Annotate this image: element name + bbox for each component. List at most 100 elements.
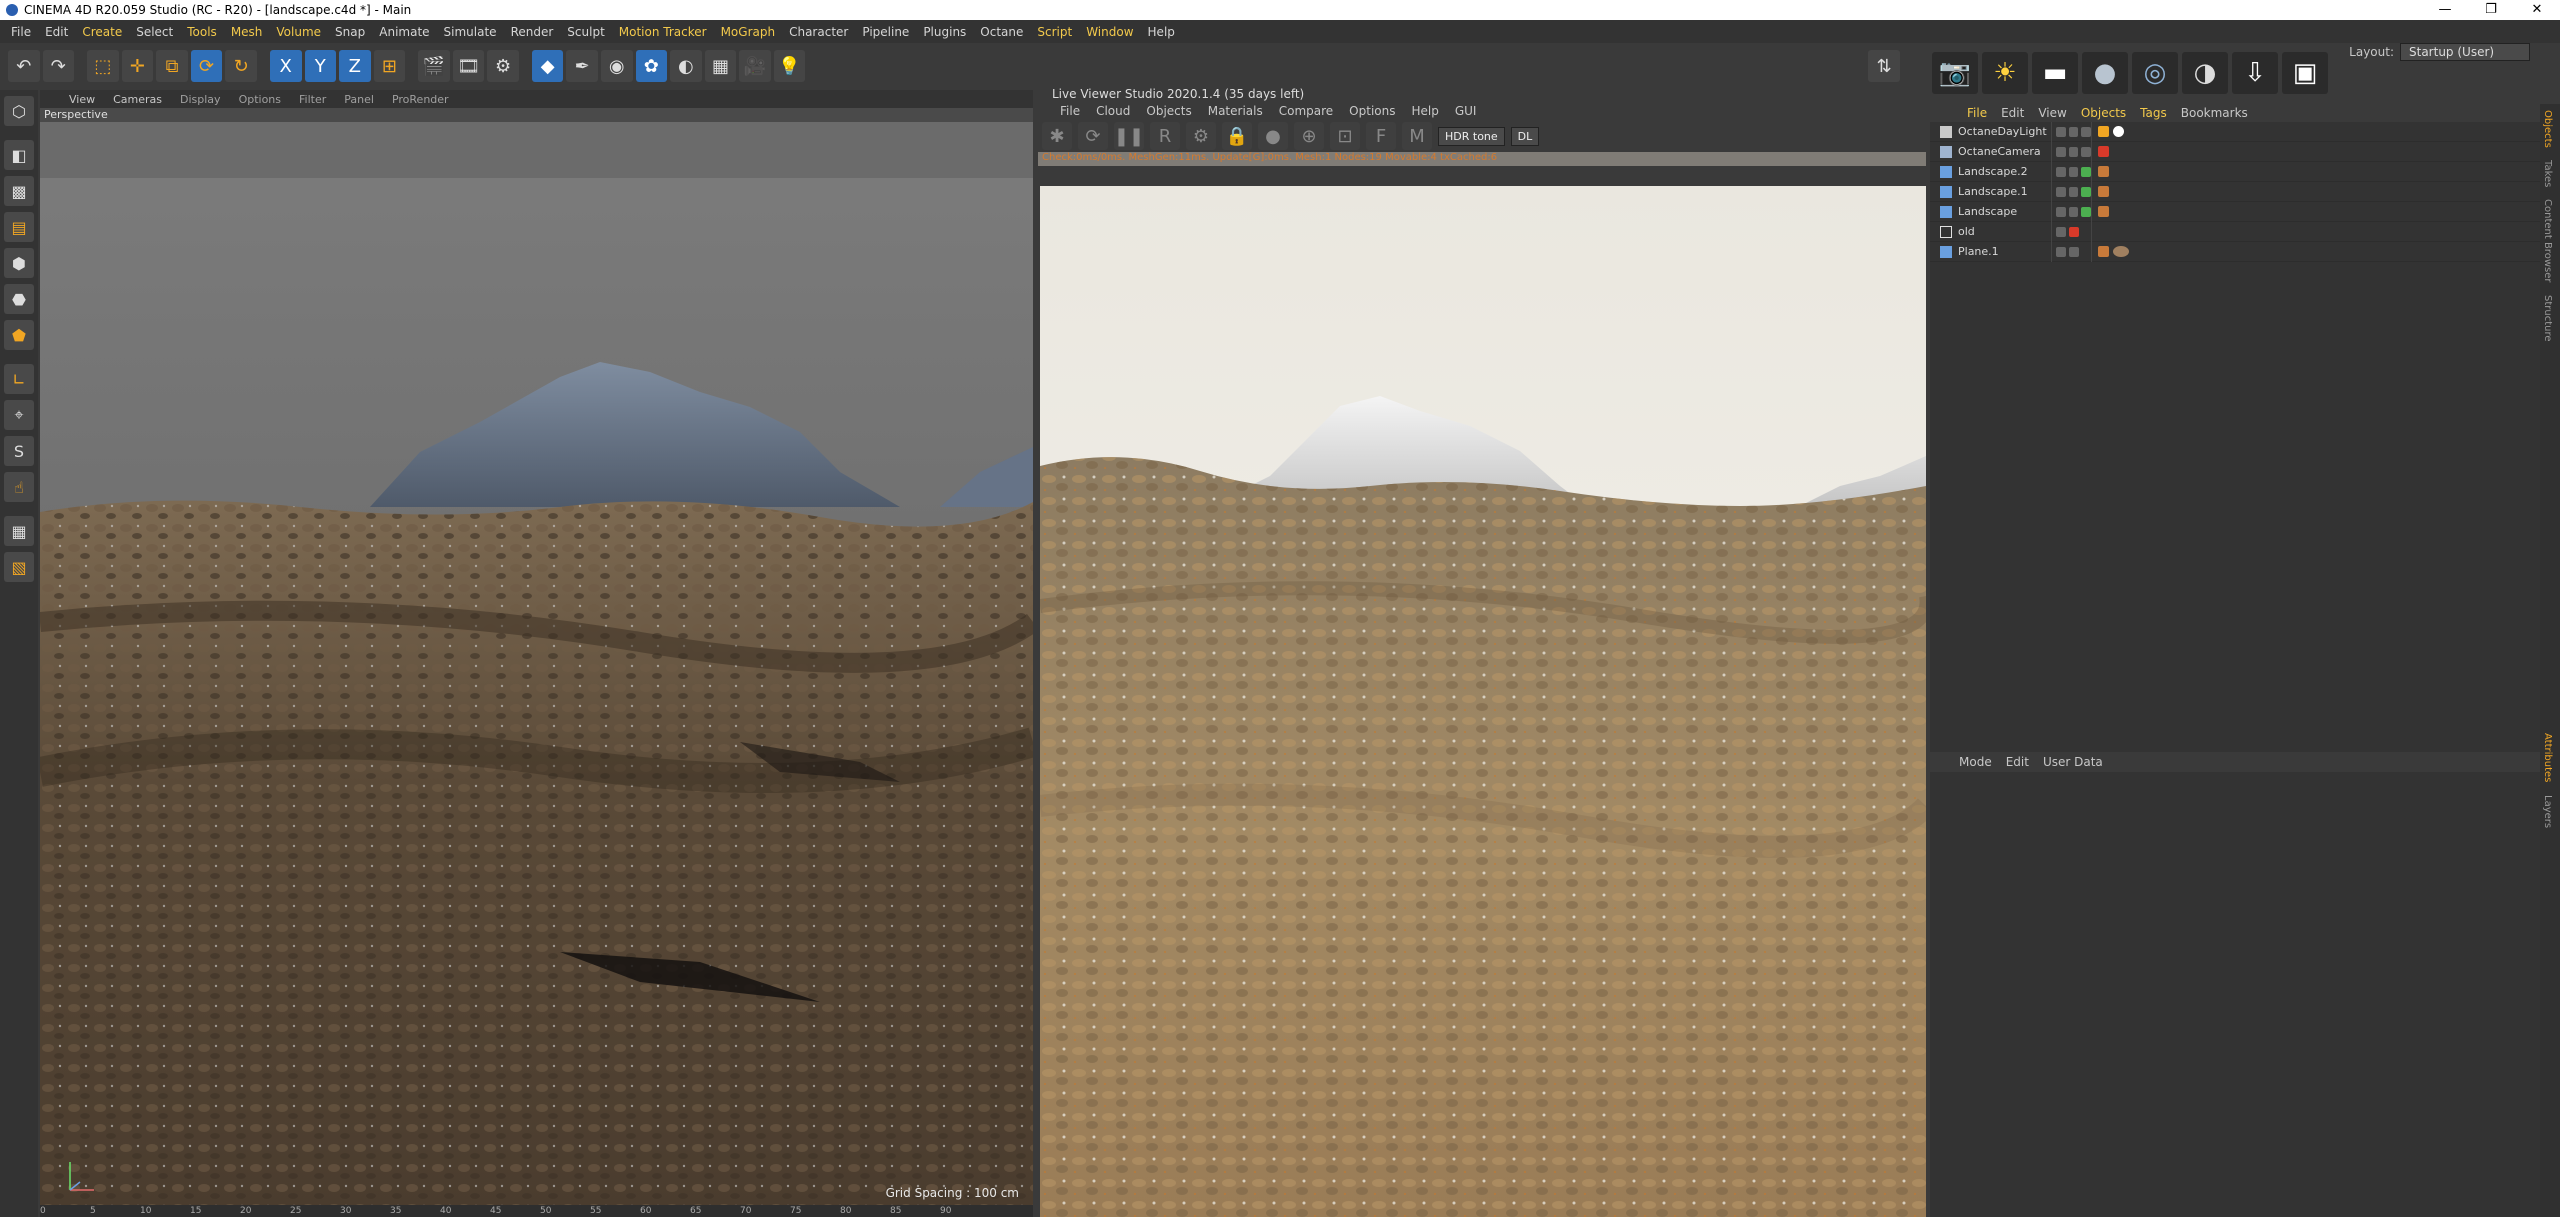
menu-octane[interactable]: Octane bbox=[973, 25, 1030, 39]
lv-region-icon[interactable]: R bbox=[1150, 122, 1180, 150]
object-row-octanedaylight[interactable]: OctaneDayLight bbox=[1930, 121, 2540, 142]
lv-material-picker-icon[interactable]: M bbox=[1402, 122, 1432, 150]
octane-live-viewer-icon[interactable]: ▣ bbox=[2282, 52, 2328, 94]
lv-lock-icon[interactable]: 🔒 bbox=[1222, 122, 1252, 150]
polygons-mode-icon[interactable]: ⬟ bbox=[4, 320, 34, 350]
octane-light-tag-icon[interactable] bbox=[2098, 126, 2109, 137]
om-menu-view[interactable]: View bbox=[2031, 106, 2073, 120]
lv-menu-gui[interactable]: GUI bbox=[1447, 104, 1485, 118]
axis-mode-icon[interactable]: ∟ bbox=[4, 364, 34, 394]
lv-menu-materials[interactable]: Materials bbox=[1200, 104, 1271, 118]
sculpt-icon[interactable]: ☝ bbox=[4, 472, 34, 502]
viewport-menu-filter[interactable]: Filter bbox=[290, 93, 335, 106]
viewport-menu-cameras[interactable]: Cameras bbox=[104, 93, 171, 106]
tweak-mode-icon[interactable]: ⌖ bbox=[4, 400, 34, 430]
x-axis-button[interactable]: X bbox=[269, 50, 302, 82]
lv-menu-objects[interactable]: Objects bbox=[1138, 104, 1199, 118]
object-row-old[interactable]: old bbox=[1930, 221, 2540, 242]
octane-daylight-icon[interactable]: ☀ bbox=[1982, 52, 2028, 94]
viewport-scene[interactable]: Grid Spacing : 100 cm bbox=[40, 122, 1033, 1212]
menu-mograph[interactable]: MoGraph bbox=[714, 25, 783, 39]
z-axis-button[interactable]: Z bbox=[339, 50, 371, 82]
object-row-landscape-1[interactable]: Landscape.1 bbox=[1930, 181, 2540, 202]
viewport-menu-panel[interactable]: Panel bbox=[335, 93, 383, 106]
lv-crop-icon[interactable]: ⊡ bbox=[1330, 122, 1360, 150]
menu-plugins[interactable]: Plugins bbox=[916, 25, 973, 39]
live-viewer-render[interactable] bbox=[1040, 186, 1926, 1217]
om-menu-bookmarks[interactable]: Bookmarks bbox=[2174, 106, 2255, 120]
material-tag-icon[interactable] bbox=[2098, 246, 2109, 257]
object-visibility-flags[interactable] bbox=[2052, 181, 2092, 202]
recent-tool-icon[interactable]: ↻ bbox=[225, 50, 257, 82]
object-row-plane-1[interactable]: Plane.1 bbox=[1930, 241, 2540, 262]
attr-menu-edit[interactable]: Edit bbox=[1999, 755, 2036, 769]
subdivision-icon[interactable]: ◉ bbox=[601, 50, 633, 82]
menu-file[interactable]: File bbox=[4, 25, 38, 39]
redo-button[interactable]: ↷ bbox=[42, 50, 75, 82]
snap-icon[interactable]: S bbox=[4, 436, 34, 466]
sun-tag-icon[interactable] bbox=[2113, 126, 2124, 137]
octane-export-icon[interactable]: ⇩ bbox=[2232, 52, 2278, 94]
cloner-icon[interactable]: ✿ bbox=[635, 50, 668, 82]
object-row-octanecamera[interactable]: OctaneCamera bbox=[1930, 141, 2540, 162]
deformer-icon[interactable]: ◐ bbox=[670, 50, 702, 82]
menu-simulate[interactable]: Simulate bbox=[437, 25, 504, 39]
lv-menu-compare[interactable]: Compare bbox=[1271, 104, 1341, 118]
lv-material-icon[interactable]: ● bbox=[1258, 122, 1288, 150]
lv-settings-icon[interactable]: ⚙ bbox=[1186, 122, 1216, 150]
lv-focus-icon[interactable]: F bbox=[1366, 122, 1396, 150]
restore-button[interactable]: ❐ bbox=[2468, 0, 2514, 20]
menu-pipeline[interactable]: Pipeline bbox=[855, 25, 916, 39]
lock-workplane-icon[interactable]: ▦ bbox=[4, 516, 34, 546]
menu-sculpt[interactable]: Sculpt bbox=[560, 25, 611, 39]
lv-restart-icon[interactable]: ⟳ bbox=[1078, 122, 1108, 150]
octane-material-icon[interactable]: ● bbox=[2082, 52, 2128, 94]
attr-menu-user-data[interactable]: User Data bbox=[2036, 755, 2110, 769]
object-row-landscape[interactable]: Landscape bbox=[1930, 201, 2540, 222]
texture-mode-icon[interactable]: ▩ bbox=[4, 176, 34, 206]
octane-camera-tag-icon[interactable] bbox=[2098, 146, 2109, 157]
menu-snap[interactable]: Snap bbox=[328, 25, 372, 39]
menu-volume[interactable]: Volume bbox=[269, 25, 328, 39]
menu-edit[interactable]: Edit bbox=[38, 25, 75, 39]
viewport-menu-display[interactable]: Display bbox=[171, 93, 230, 106]
minimize-button[interactable]: — bbox=[2422, 0, 2468, 20]
rotate-icon[interactable]: ⟳ bbox=[190, 50, 223, 82]
lv-add-icon[interactable]: ⊕ bbox=[1294, 122, 1324, 150]
cube-primitive-icon[interactable]: ◆ bbox=[531, 50, 564, 82]
tab-structure[interactable]: Structure bbox=[2540, 289, 2555, 348]
layout-dropdown[interactable]: Startup (User) bbox=[2400, 43, 2530, 61]
y-axis-button[interactable]: Y bbox=[304, 50, 337, 82]
pen-spline-icon[interactable]: ✒ bbox=[566, 50, 598, 82]
material-tag-icon[interactable] bbox=[2098, 186, 2109, 197]
lv-menu-cloud[interactable]: Cloud bbox=[1088, 104, 1138, 118]
lv-send-scene-icon[interactable]: ✱ bbox=[1042, 122, 1072, 150]
object-visibility-flags[interactable] bbox=[2052, 221, 2092, 242]
menu-window[interactable]: Window bbox=[1079, 25, 1140, 39]
close-button[interactable]: ✕ bbox=[2514, 0, 2560, 20]
tab-objects[interactable]: Objects bbox=[2540, 104, 2555, 154]
render-picture-viewer-icon[interactable]: 🎞 bbox=[452, 50, 485, 82]
undo-button[interactable]: ↶ bbox=[8, 50, 40, 82]
scale-icon[interactable]: ⧉ bbox=[156, 50, 188, 82]
tab-layers[interactable]: Layers bbox=[2540, 789, 2555, 834]
light-icon[interactable]: 💡 bbox=[773, 50, 806, 82]
lv-menu-help[interactable]: Help bbox=[1403, 104, 1446, 118]
viewport-menu-view[interactable]: View bbox=[60, 93, 104, 106]
tab-content-browser[interactable]: Content Browser bbox=[2540, 193, 2555, 288]
object-visibility-flags[interactable] bbox=[2052, 201, 2092, 222]
om-menu-tags[interactable]: Tags bbox=[2133, 106, 2174, 120]
material-tag-icon[interactable] bbox=[2098, 166, 2109, 177]
menu-select[interactable]: Select bbox=[129, 25, 180, 39]
lv-pause-icon[interactable]: ❚❚ bbox=[1114, 122, 1144, 150]
model-mode-icon[interactable]: ◧ bbox=[4, 140, 34, 170]
coordinate-system-icon[interactable]: ⊞ bbox=[373, 50, 406, 82]
om-menu-file[interactable]: File bbox=[1960, 106, 1994, 120]
tab-attributes[interactable]: Attributes bbox=[2540, 727, 2555, 788]
lv-menu-file[interactable]: File bbox=[1052, 104, 1088, 118]
tab-takes[interactable]: Takes bbox=[2540, 154, 2555, 193]
render-view-icon[interactable]: 🎬 bbox=[418, 50, 450, 82]
make-editable-icon[interactable]: ⬡ bbox=[4, 96, 34, 126]
viewport-menu-options[interactable]: Options bbox=[230, 93, 290, 106]
lv-menu-options[interactable]: Options bbox=[1341, 104, 1403, 118]
